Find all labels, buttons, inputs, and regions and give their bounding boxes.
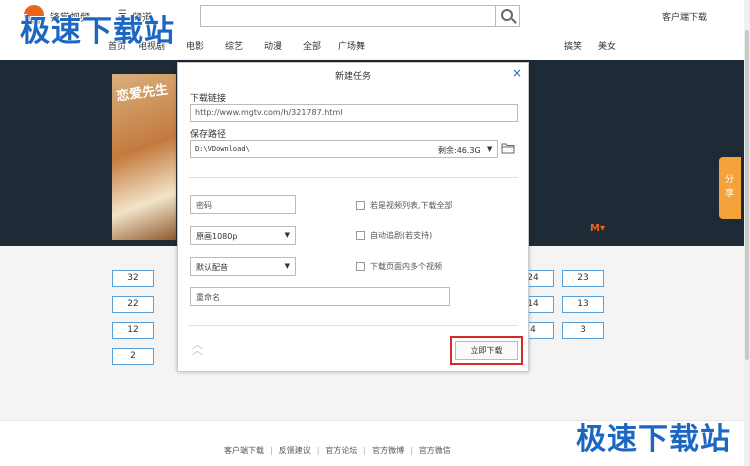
- search-button[interactable]: [496, 5, 520, 27]
- checkbox-multi-video[interactable]: 下载页面内多个视频: [356, 261, 442, 272]
- footer-link-forum[interactable]: 官方论坛: [325, 445, 357, 456]
- nav-item-variety[interactable]: 综艺: [225, 39, 243, 52]
- footer-separator: |: [270, 446, 273, 455]
- episode-button[interactable]: 13: [562, 296, 604, 313]
- path-label: 保存路径: [190, 130, 227, 140]
- footer-separator: |: [363, 446, 367, 455]
- audio-value: 默认配音: [196, 263, 228, 272]
- episode-button[interactable]: 32: [112, 270, 154, 287]
- checkbox-label: 自动追剧(若支持): [370, 231, 433, 240]
- password-input[interactable]: 密码: [190, 195, 296, 214]
- share-tab[interactable]: 分享: [719, 157, 741, 219]
- nav-item-all[interactable]: 全部: [303, 39, 321, 52]
- download-url-input[interactable]: http://www.mgtv.com/h/321787.html: [190, 104, 518, 122]
- watermark-bottom: 极速下载站: [576, 422, 731, 457]
- episode-button[interactable]: 2: [112, 348, 154, 365]
- video-poster[interactable]: 恋爱先生: [112, 74, 176, 240]
- checkbox[interactable]: [356, 262, 365, 271]
- nav-item-anime[interactable]: 动漫: [264, 39, 282, 52]
- quality-select[interactable]: 原画1080p ▼: [190, 226, 296, 245]
- nav-item-movie[interactable]: 电影: [186, 39, 204, 52]
- scrollbar-thumb[interactable]: [745, 30, 749, 360]
- poster-title: 恋爱先生: [115, 82, 170, 105]
- checkbox[interactable]: [356, 231, 365, 240]
- checkbox-download-all[interactable]: 若是视频列表,下载全部: [356, 200, 453, 211]
- remaining-space: 剩余:46.3G: [438, 146, 481, 155]
- nav-item-square-dance[interactable]: 广场舞: [338, 39, 365, 52]
- footer-link-client[interactable]: 客户端下载: [224, 445, 264, 456]
- divider: [188, 325, 518, 326]
- collapse-chevron-up-icon[interactable]: ︿ ︿: [192, 339, 203, 356]
- divider: [188, 177, 518, 178]
- checkbox-label: 下载页面内多个视频: [370, 262, 442, 271]
- checkbox[interactable]: [356, 201, 365, 210]
- watermark-top: 极速下载站: [20, 14, 175, 49]
- episode-button[interactable]: 23: [562, 270, 604, 287]
- brand-logo[interactable]: M▾: [590, 223, 605, 234]
- episode-button[interactable]: 22: [112, 296, 154, 313]
- search-input[interactable]: [200, 5, 496, 27]
- episode-button[interactable]: 3: [562, 322, 604, 339]
- chevron-down-icon: ▼: [284, 262, 290, 270]
- checkbox-auto-follow[interactable]: 自动追剧(若支持): [356, 230, 432, 241]
- close-icon[interactable]: ×: [512, 66, 522, 80]
- chevron-down-icon: ▼: [284, 231, 290, 239]
- episode-button[interactable]: 12: [112, 322, 154, 339]
- footer-separator: |: [316, 446, 320, 455]
- folder-icon[interactable]: [501, 142, 515, 154]
- quality-value: 原画1080p: [196, 232, 238, 241]
- client-download-link[interactable]: 客户端下载: [662, 10, 707, 23]
- new-task-dialog: 新建任务 × 下载链接 http://www.mgtv.com/h/321787…: [177, 62, 529, 372]
- download-now-button[interactable]: 立即下载: [455, 341, 518, 360]
- rename-input[interactable]: 重命名: [190, 287, 450, 306]
- nav-item-funny[interactable]: 搞笑: [564, 39, 582, 52]
- nav-item-beauty[interactable]: 美女: [598, 39, 616, 52]
- dialog-title: 新建任务: [334, 72, 371, 82]
- checkbox-label: 若是视频列表,下载全部: [370, 201, 453, 210]
- footer-link-wechat[interactable]: 官方微信: [419, 445, 451, 456]
- footer-link-weibo[interactable]: 官方微博: [372, 445, 404, 456]
- footer-separator: |: [410, 446, 413, 455]
- url-label: 下载链接: [190, 94, 227, 104]
- chevron-down-icon[interactable]: ▼: [487, 145, 492, 153]
- footer-link-feedback[interactable]: 反馈建议: [279, 445, 311, 456]
- audio-select[interactable]: 默认配音 ▼: [190, 257, 296, 276]
- footer-links: 客户端下载 | 反馈建议 | 官方论坛 | 官方微博 | 官方微信: [224, 445, 451, 456]
- share-tab-label: 分享: [725, 175, 735, 199]
